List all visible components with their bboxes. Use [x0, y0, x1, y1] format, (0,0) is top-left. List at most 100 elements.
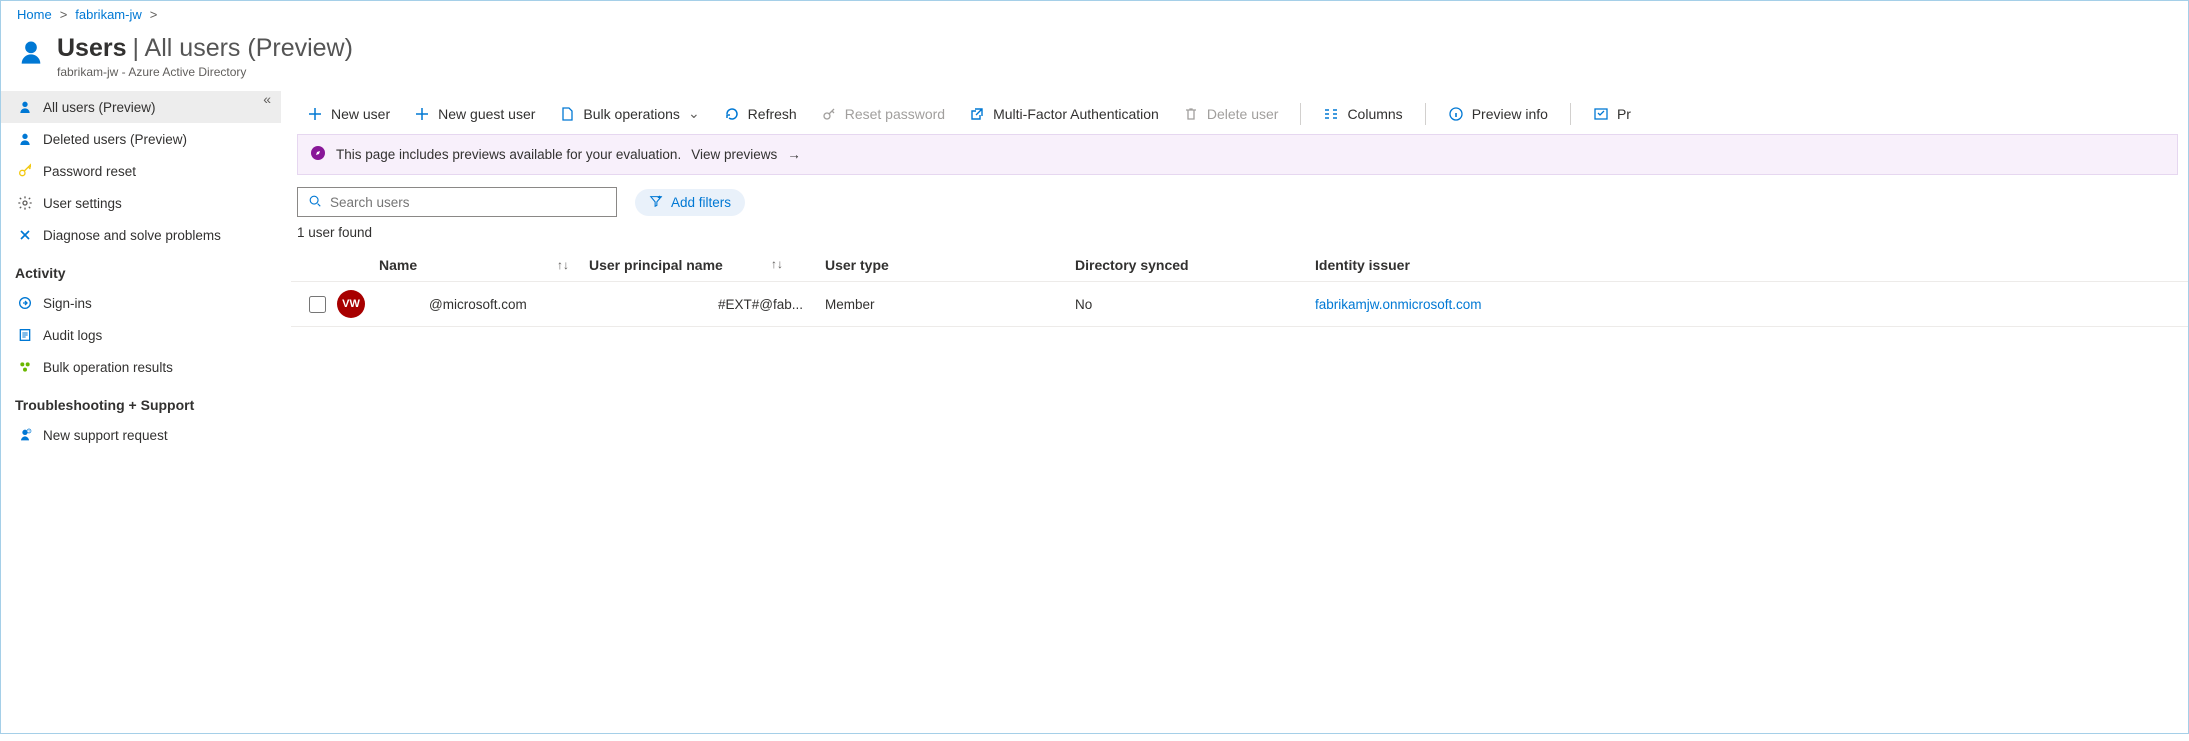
preview-banner: This page includes previews available fo… [297, 134, 2178, 175]
sidebar-item-label: User settings [43, 196, 122, 211]
sidebar-item-label: Sign-ins [43, 296, 92, 311]
column-header-type[interactable]: User type [825, 257, 1075, 273]
page-header: Users | All users (Preview) fabrikam-jw … [1, 28, 2188, 91]
row-checkbox[interactable] [309, 296, 326, 313]
refresh-icon [724, 106, 740, 122]
users-grid: Name ↑↓ User principal name ↑↓ User type… [291, 248, 2188, 327]
preview-features-button[interactable]: Pr [1583, 100, 1641, 128]
cell-upn: #EXT#@fab... [589, 297, 825, 312]
plus-icon [307, 106, 323, 122]
toolbar-label: Columns [1347, 106, 1402, 122]
sidebar-item-audit-logs[interactable]: Audit logs [1, 319, 281, 351]
page-subtitle: fabrikam-jw - Azure Active Directory [57, 65, 353, 79]
new-guest-user-button[interactable]: New guest user [404, 100, 545, 128]
mfa-button[interactable]: Multi-Factor Authentication [959, 100, 1169, 128]
sidebar-item-password-reset[interactable]: Password reset [1, 155, 281, 187]
column-header-sync[interactable]: Directory synced [1075, 257, 1315, 273]
column-header-name[interactable]: Name ↑↓ [379, 257, 589, 273]
sidebar-item-label: Deleted users (Preview) [43, 132, 187, 147]
toolbar-label: Reset password [845, 106, 945, 122]
refresh-button[interactable]: Refresh [714, 100, 807, 128]
svg-text:?: ? [28, 429, 30, 433]
filter-icon [649, 194, 663, 211]
sidebar-item-deleted-users[interactable]: Deleted users (Preview) [1, 123, 281, 155]
filter-row: Add filters [291, 187, 2188, 225]
breadcrumb: Home > fabrikam-jw > [1, 1, 2188, 28]
sidebar-item-diagnose[interactable]: Diagnose and solve problems [1, 219, 281, 251]
column-header-issuer[interactable]: Identity issuer [1315, 257, 1555, 273]
cell-sync: No [1075, 297, 1315, 312]
delete-user-button: Delete user [1173, 100, 1289, 128]
column-label: Name [379, 257, 417, 273]
compass-icon [310, 145, 326, 164]
toolbar-label: Refresh [748, 106, 797, 122]
sidebar-item-user-settings[interactable]: User settings [1, 187, 281, 219]
toolbar-label: Multi-Factor Authentication [993, 106, 1159, 122]
signin-icon [17, 295, 33, 311]
search-icon [308, 194, 322, 211]
sidebar-item-label: All users (Preview) [43, 100, 156, 115]
sidebar-section-activity: Activity [1, 251, 281, 287]
sidebar-item-all-users[interactable]: All users (Preview) [1, 91, 281, 123]
banner-text: This page includes previews available fo… [336, 147, 681, 162]
key-icon [17, 163, 33, 179]
bulk-results-icon [17, 359, 33, 375]
log-icon [17, 327, 33, 343]
info-icon [1448, 106, 1464, 122]
chevron-right-icon: > [150, 7, 158, 22]
toolbar-label: New user [331, 106, 390, 122]
user-icon [17, 99, 33, 115]
column-label: User principal name [589, 257, 723, 273]
toolbar-label: Delete user [1207, 106, 1279, 122]
arrow-right-icon: → [787, 147, 801, 162]
table-row[interactable]: VW @microsoft.com #EXT#@fab... Member No… [291, 282, 2188, 327]
add-filters-button[interactable]: Add filters [635, 189, 745, 216]
support-icon: ? [17, 427, 33, 443]
view-previews-link[interactable]: View previews [691, 147, 777, 162]
sidebar-item-label: Password reset [43, 164, 136, 179]
sidebar-item-signins[interactable]: Sign-ins [1, 287, 281, 319]
sidebar-section-support: Troubleshooting + Support [1, 383, 281, 419]
columns-icon [1323, 106, 1339, 122]
chevron-right-icon: > [60, 7, 68, 22]
key-icon [821, 106, 837, 122]
diagnose-icon [17, 227, 33, 243]
toolbar-separator [1570, 103, 1571, 125]
sidebar-item-label: Bulk operation results [43, 360, 173, 375]
toolbar: New user New guest user Bulk operations … [291, 91, 2188, 134]
reset-password-button: Reset password [811, 100, 955, 128]
plus-icon [414, 106, 430, 122]
trash-icon [1183, 106, 1199, 122]
preview-info-button[interactable]: Preview info [1438, 100, 1558, 128]
sidebar-item-new-support[interactable]: ? New support request [1, 419, 281, 451]
preview-icon [1593, 106, 1609, 122]
search-users-box[interactable] [297, 187, 617, 217]
external-link-icon [969, 106, 985, 122]
document-icon [559, 106, 575, 122]
page-title-rest: | All users (Preview) [133, 34, 353, 63]
columns-button[interactable]: Columns [1313, 100, 1412, 128]
collapse-sidebar-icon[interactable]: « [263, 91, 271, 107]
sort-icon: ↑↓ [557, 258, 589, 272]
breadcrumb-org[interactable]: fabrikam-jw [75, 7, 141, 22]
cell-name: @microsoft.com [379, 297, 589, 312]
grid-header: Name ↑↓ User principal name ↑↓ User type… [291, 248, 2188, 282]
toolbar-label: New guest user [438, 106, 535, 122]
sidebar-item-label: Diagnose and solve problems [43, 228, 221, 243]
cell-type: Member [825, 297, 1075, 312]
sidebar-item-bulk-results[interactable]: Bulk operation results [1, 351, 281, 383]
result-count: 1 user found [291, 225, 2188, 248]
toolbar-label: Bulk operations [583, 106, 680, 122]
search-input[interactable] [330, 195, 606, 210]
breadcrumb-home[interactable]: Home [17, 7, 52, 22]
sidebar-item-label: New support request [43, 428, 168, 443]
main-content: New user New guest user Bulk operations … [281, 91, 2188, 741]
bulk-operations-button[interactable]: Bulk operations ⌄ [549, 99, 709, 128]
column-header-upn[interactable]: User principal name ↑↓ [589, 257, 825, 273]
toolbar-separator [1425, 103, 1426, 125]
cell-issuer-link[interactable]: fabrikamjw.onmicrosoft.com [1315, 297, 1482, 312]
user-icon [17, 131, 33, 147]
new-user-button[interactable]: New user [297, 100, 400, 128]
sidebar-item-label: Audit logs [43, 328, 102, 343]
sidebar: « All users (Preview) Deleted users (Pre… [1, 91, 281, 741]
